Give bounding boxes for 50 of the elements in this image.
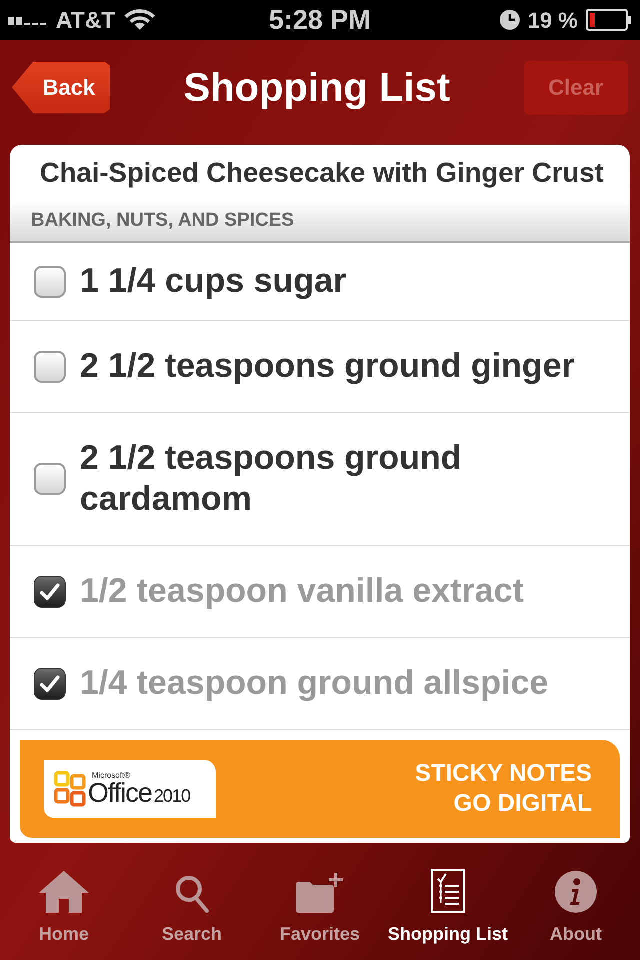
info-icon bbox=[555, 871, 597, 913]
checkbox[interactable] bbox=[34, 350, 66, 382]
clock-icon bbox=[500, 10, 520, 30]
screen-title: Shopping List bbox=[184, 64, 450, 112]
tab-label: Shopping List bbox=[388, 923, 508, 946]
tab-bar-item[interactable]: Search bbox=[128, 863, 256, 960]
battery-percent: 19 % bbox=[528, 6, 578, 34]
ingredient-row[interactable]: 2 1/2 teaspoons ground ginger bbox=[10, 321, 630, 413]
checkbox[interactable] bbox=[34, 576, 66, 608]
tab-bar-item[interactable]: Home bbox=[0, 863, 128, 960]
tab-bar-item[interactable]: About bbox=[512, 863, 640, 960]
ingredient-row[interactable]: 1/4 teaspoon ground allspice bbox=[10, 638, 630, 730]
wifi-icon bbox=[124, 9, 156, 31]
checkmark-icon bbox=[40, 582, 60, 600]
house-icon bbox=[39, 871, 89, 913]
battery-icon bbox=[586, 9, 632, 31]
ingredient-text: 1/2 teaspoon vanilla extract bbox=[80, 571, 524, 612]
carrier-name: AT&T bbox=[56, 6, 116, 35]
ingredient-text: 2 1/2 teaspoons ground ginger bbox=[80, 346, 575, 387]
checkbox[interactable] bbox=[34, 668, 66, 700]
tab-label: Favorites bbox=[280, 923, 360, 946]
ingredient-text: 1 1/4 cups sugar bbox=[80, 261, 346, 302]
section-title: BAKING, NUTS, AND SPICES bbox=[31, 208, 294, 233]
tab-label: Home bbox=[38, 923, 89, 946]
ad-banner[interactable]: Microsoft® Office2010 STICKY NOTES GO DIGITAL bbox=[20, 740, 620, 838]
checkmark-icon bbox=[40, 674, 60, 692]
logo-brand-text: Office bbox=[88, 780, 152, 806]
tab-label: Search bbox=[162, 923, 222, 946]
signal-strength-icon bbox=[8, 15, 48, 25]
search-icon bbox=[175, 875, 209, 913]
recipe-title: Chai-Spiced Cheesecake with Ginger Crust bbox=[40, 156, 604, 190]
ingredient-row[interactable]: 1/2 teaspoon vanilla extract bbox=[10, 546, 630, 638]
tab-label: About bbox=[550, 923, 602, 946]
clock-time: 5:28 PM bbox=[268, 4, 372, 37]
ingredient-row[interactable]: 1 1/4 cups sugar bbox=[10, 243, 630, 321]
checkbox[interactable] bbox=[34, 266, 66, 298]
folder-plus-icon bbox=[296, 873, 344, 913]
ad-headline: GO DIGITAL bbox=[454, 789, 592, 819]
back-button[interactable]: Back bbox=[12, 62, 110, 114]
tab-bar-item[interactable]: Favorites bbox=[256, 863, 384, 960]
checkbox[interactable] bbox=[34, 463, 66, 495]
ingredient-text: 1/4 teaspoon ground allspice bbox=[80, 663, 549, 704]
logo-year-text: 2010 bbox=[154, 786, 190, 804]
tab-bar-item[interactable]: Shopping List bbox=[384, 863, 512, 960]
logo-small-text: Microsoft® bbox=[92, 772, 132, 780]
ingredient-row[interactable]: 2 1/2 teaspoons ground cardamom bbox=[10, 413, 630, 546]
checklist-icon bbox=[431, 869, 465, 913]
ingredient-text: 2 1/2 teaspoons ground cardamom bbox=[80, 438, 463, 520]
office-logo-icon bbox=[54, 771, 86, 807]
ad-headline: STICKY NOTES bbox=[415, 759, 592, 789]
